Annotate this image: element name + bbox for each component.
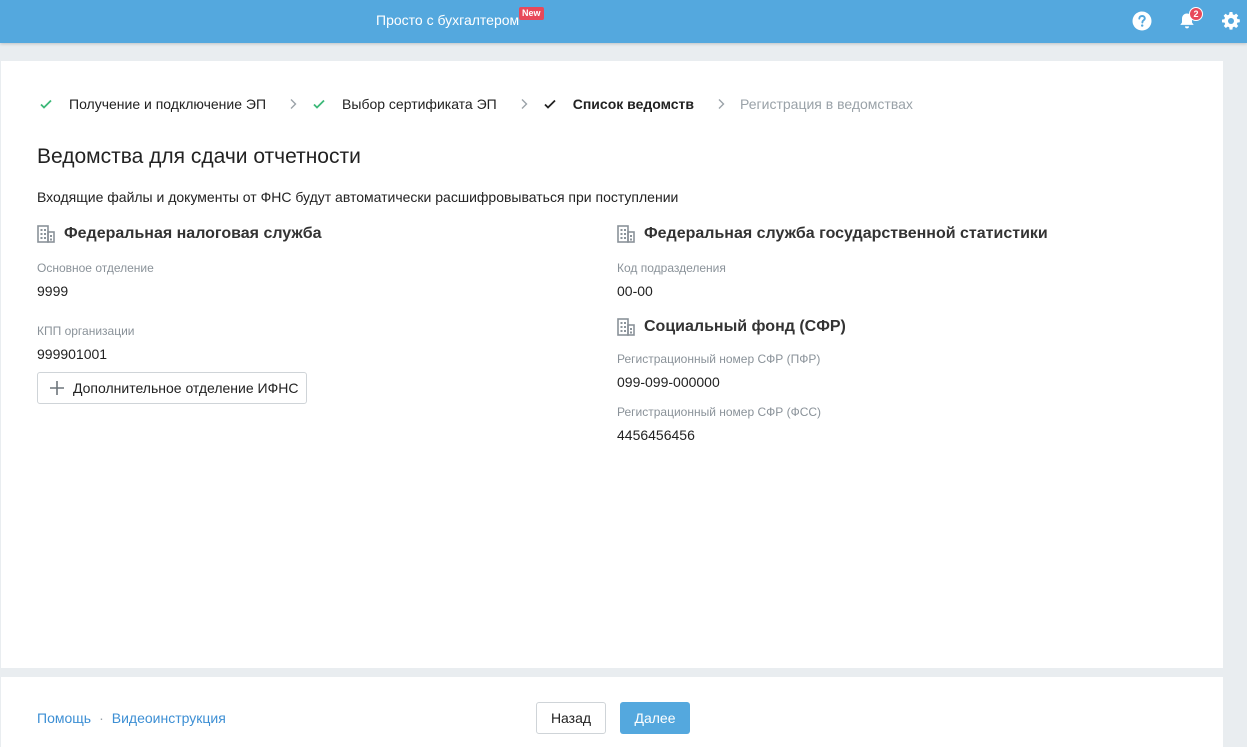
fns-heading: Федеральная налоговая служба (37, 223, 597, 245)
gear-icon[interactable] (1220, 10, 1242, 32)
stepper: Получение и подключение ЭП Выбор сертифи… (39, 95, 913, 113)
pfr-number-label: Регистрационный номер СФР (ПФР) (617, 352, 821, 366)
video-instruction-link[interactable]: Видеоинструкция (112, 710, 226, 726)
subdivision-code-label: Код подразделения (617, 261, 726, 275)
top-bar: Просто с бухгалтером New 2 (0, 0, 1247, 43)
fss-number-label: Регистрационный номер СФР (ФСС) (617, 405, 822, 419)
app-title[interactable]: Просто с бухгалтером (376, 12, 519, 28)
subdivision-code-value: 00-00 (617, 283, 653, 299)
link-separator: · (99, 710, 104, 726)
step-label: Получение и подключение ЭП (69, 96, 267, 112)
chevron-right-icon (718, 99, 725, 109)
building-icon (37, 225, 55, 243)
plus-icon (50, 381, 64, 395)
main-card: Получение и подключение ЭП Выбор сертифи… (1, 61, 1223, 668)
notification-count-badge: 2 (1189, 7, 1203, 21)
footer-bar: Помощь · Видеоинструкция Назад Далее (1, 677, 1223, 747)
footer-links: Помощь · Видеоинструкция (37, 710, 226, 726)
step-ep-connection[interactable]: Получение и подключение ЭП (39, 96, 266, 112)
main-branch-label: Основное отделение (37, 261, 154, 275)
fns-name: Федеральная налоговая служба (64, 225, 322, 242)
pfr-number-value: 099-099-000000 (617, 374, 720, 390)
step-label: Регистрация в ведомствах (740, 96, 913, 112)
help-icon[interactable] (1131, 10, 1153, 32)
building-icon (617, 318, 635, 336)
pfr-number-field: Регистрационный номер СФР (ПФР) 099-099-… (617, 352, 1177, 391)
fss-number-value: 4456456456 (617, 427, 695, 443)
main-branch-value: 9999 (37, 283, 69, 299)
fns-section: Федеральная налоговая служба Основное от… (37, 223, 597, 363)
sfr-name: Социальный фонд (СФР) (644, 318, 846, 335)
fss-number-field: Регистрационный номер СФР (ФСС) 44564564… (617, 405, 1177, 444)
check-icon (40, 99, 52, 109)
step-label: Выбор сертификата ЭП (342, 96, 497, 112)
new-badge: New (519, 7, 544, 20)
kpp-label: КПП организации (37, 324, 135, 338)
main-branch-field: Основное отделение 9999 (37, 261, 597, 300)
sfr-heading: Социальный фонд (СФР) (617, 316, 1177, 338)
kpp-value: 999901001 (37, 346, 108, 362)
rosstat-section: Федеральная служба государственной стати… (617, 223, 1177, 444)
help-link[interactable]: Помощь (37, 710, 91, 726)
kpp-field: КПП организации 999901001 (37, 324, 597, 363)
check-icon (313, 99, 325, 109)
check-icon (544, 99, 556, 109)
step-agency-registration[interactable]: Регистрация в ведомствах (740, 96, 913, 112)
next-button[interactable]: Далее (620, 702, 690, 734)
step-agency-list[interactable]: Список ведомств (543, 96, 694, 112)
rosstat-heading: Федеральная служба государственной стати… (617, 223, 1177, 245)
add-ifns-branch-label: Дополнительное отделение ИФНС (73, 380, 299, 396)
chevron-right-icon (521, 99, 528, 109)
building-icon (617, 225, 635, 243)
back-button[interactable]: Назад (536, 702, 606, 734)
chevron-right-icon (290, 99, 297, 109)
rosstat-name: Федеральная служба государственной стати… (644, 225, 1048, 242)
page-title: Ведомства для сдачи отчетности (37, 145, 361, 168)
step-label: Список ведомств (572, 96, 695, 112)
page-subtitle: Входящие файлы и документы от ФНС будут … (37, 189, 679, 205)
subdivision-code-field: Код подразделения 00-00 (617, 261, 1177, 300)
add-ifns-branch-button[interactable]: Дополнительное отделение ИФНС (37, 372, 307, 404)
step-certificate-choice[interactable]: Выбор сертификата ЭП (312, 96, 497, 112)
